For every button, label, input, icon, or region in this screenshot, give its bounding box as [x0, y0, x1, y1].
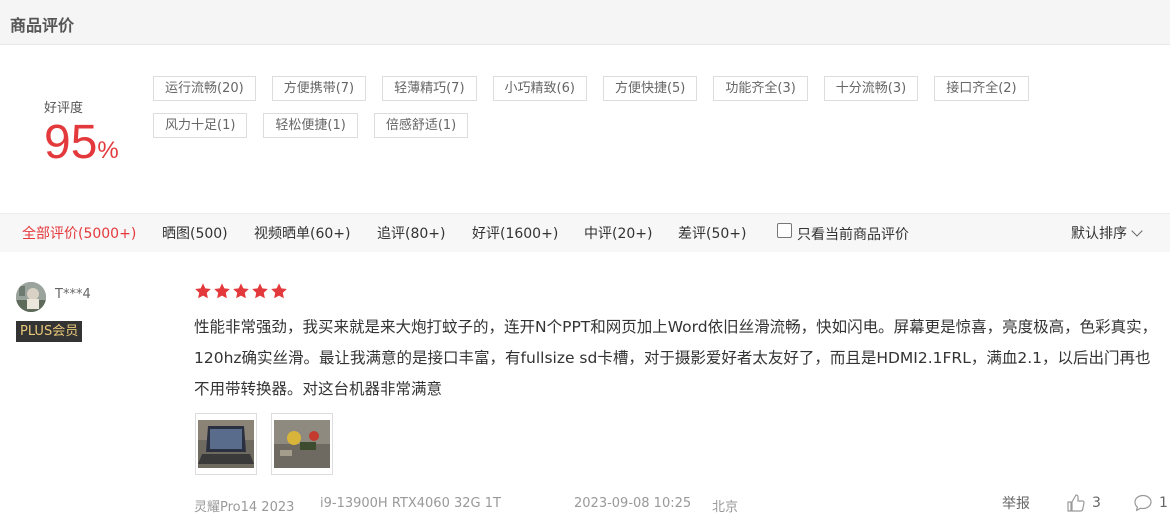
- review-photo[interactable]: [271, 413, 333, 475]
- section-header: 商品评价: [0, 0, 1170, 45]
- rate-unit: %: [97, 137, 119, 164]
- review-text: 性能非常强劲，我买来就是来大炮打蚊子的，连开N个PPT和网页加上Word依旧丝滑…: [194, 318, 1158, 398]
- tab-photos[interactable]: 晒图(500): [162, 214, 228, 253]
- section-title: 商品评价: [10, 16, 75, 35]
- filter-bar: 全部评价(5000+) 晒图(500) 视频晒单(60+) 追评(80+) 好评…: [0, 213, 1170, 252]
- star-icon: [214, 283, 230, 299]
- tag[interactable]: 接口齐全(2): [934, 76, 1029, 101]
- tag[interactable]: 方便快捷(5): [602, 76, 698, 101]
- tag[interactable]: 倍感舒适(1): [373, 113, 469, 138]
- star-rating: [194, 282, 288, 300]
- comment-icon: [1134, 494, 1152, 512]
- rate-label: 好评度: [44, 101, 84, 116]
- rate-value: 95%: [44, 115, 119, 179]
- review-datetime: 2023-09-08 10:25: [574, 496, 692, 511]
- username[interactable]: T***4: [55, 287, 91, 302]
- product-spec: i9-13900H RTX4060 32G 1T: [320, 496, 501, 511]
- thumbs-up-icon: [1067, 494, 1085, 512]
- rating-summary: 好评度 95% 运行流畅(20) 方便携带(7) 轻薄精巧(7) 小巧精致(6)…: [0, 45, 1170, 213]
- star-icon: [271, 283, 287, 299]
- comment-button[interactable]: 1: [1133, 493, 1168, 513]
- tag[interactable]: 十分流畅(3): [823, 76, 919, 101]
- tab-videos[interactable]: 视频晒单(60+): [254, 214, 350, 253]
- rate-number: 95: [44, 116, 98, 169]
- tag[interactable]: 小巧精致(6): [492, 76, 587, 101]
- tab-positive[interactable]: 好评(1600+): [472, 214, 558, 253]
- only-current-checkbox[interactable]: [777, 223, 792, 238]
- report-button[interactable]: 举报: [1002, 493, 1030, 513]
- tab-all-reviews[interactable]: 全部评价(5000+): [22, 214, 136, 253]
- like-button[interactable]: 3: [1066, 493, 1101, 513]
- comment-count: 1: [1159, 495, 1168, 511]
- star-icon: [252, 283, 268, 299]
- tag[interactable]: 轻松便捷(1): [263, 113, 358, 138]
- review-images: [195, 413, 333, 475]
- only-current-filter[interactable]: 只看当前商品评价: [777, 214, 909, 253]
- tag[interactable]: 功能齐全(3): [713, 76, 808, 101]
- like-count: 3: [1092, 495, 1101, 511]
- tag[interactable]: 轻薄精巧(7): [382, 76, 477, 101]
- only-current-label: 只看当前商品评价: [797, 226, 909, 243]
- chevron-down-icon: [1131, 225, 1143, 237]
- sort-label: 默认排序: [1071, 226, 1127, 242]
- tag[interactable]: 方便携带(7): [271, 76, 367, 101]
- product-name: 灵耀Pro14 2023: [194, 500, 295, 515]
- review-photo[interactable]: [195, 413, 257, 475]
- tab-negative[interactable]: 差评(50+): [678, 214, 746, 253]
- star-icon: [233, 283, 249, 299]
- review-location: 北京: [712, 500, 739, 515]
- tab-followup[interactable]: 追评(80+): [377, 214, 445, 253]
- avatar[interactable]: [16, 282, 46, 312]
- star-icon: [195, 283, 211, 299]
- tag[interactable]: 风力十足(1): [153, 113, 248, 138]
- plus-member-badge: PLUS会员: [16, 321, 83, 342]
- tab-neutral[interactable]: 中评(20+): [584, 214, 652, 253]
- sort-dropdown[interactable]: 默认排序: [1071, 214, 1143, 253]
- review-item: T***4 PLUS会员 性能非常强劲，我买来就是来大炮打蚊子的，连开N个PPT…: [0, 252, 1170, 531]
- tag-list: 运行流畅(20) 方便携带(7) 轻薄精巧(7) 小巧精致(6) 方便快捷(5)…: [153, 76, 1113, 138]
- tag[interactable]: 运行流畅(20): [153, 76, 256, 101]
